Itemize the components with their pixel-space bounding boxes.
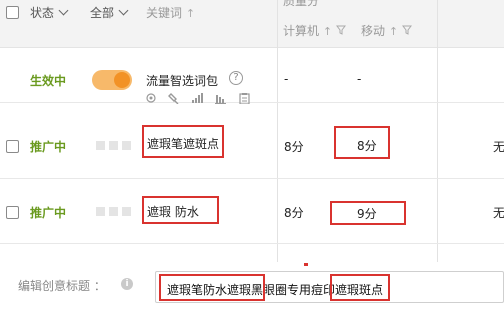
column-divider: [437, 0, 438, 262]
toggle-knob: [114, 72, 130, 88]
help-icon[interactable]: ?: [229, 71, 243, 85]
table-header: [0, 0, 504, 48]
placeholder-square: [122, 207, 131, 216]
keyword-tool-icons: [145, 92, 255, 107]
select-all-checkbox[interactable]: [6, 6, 19, 19]
sort-arrow-icon: ↑: [388, 25, 399, 38]
mobile-score: 9分: [357, 207, 377, 221]
placeholder-square: [96, 207, 105, 216]
enable-toggle[interactable]: [92, 70, 132, 90]
creative-title-label: 编辑创意标题 ：: [18, 279, 106, 293]
mobile-score: 8分: [357, 139, 377, 153]
info-icon[interactable]: i: [121, 278, 133, 290]
keyword-text: 遮瑕笔遮斑点: [147, 137, 220, 151]
row-divider: [0, 178, 504, 179]
row-checkbox[interactable]: [6, 206, 19, 219]
placeholder-square: [109, 141, 118, 150]
placeholder-square: [122, 141, 131, 150]
sort-arrow-icon: ↑: [322, 25, 333, 38]
chevron-down-icon: [118, 5, 129, 16]
computer-score: 8分: [284, 206, 304, 220]
column-divider: [277, 0, 278, 262]
scope-filter-label: 全部: [90, 6, 115, 20]
red-mark: [304, 263, 308, 266]
placeholder-square: [96, 141, 105, 150]
chevron-down-icon: [58, 5, 69, 16]
keyword-text: 流量智选词包: [146, 74, 219, 88]
filter-funnel-icon[interactable]: [401, 25, 412, 35]
row-status: 生效中: [30, 74, 67, 88]
overflow-cell: 无: [493, 140, 504, 154]
filter-funnel-icon[interactable]: [335, 25, 346, 35]
signal-bars-icon[interactable]: [192, 93, 203, 103]
mobile-column-header[interactable]: 移动 ↑: [361, 22, 412, 39]
placeholder-square: [109, 207, 118, 216]
row-status: 推广中: [30, 206, 67, 220]
keyword-text: 遮瑕 防水: [147, 205, 199, 219]
overflow-cell: 无: [493, 206, 504, 220]
highlight-box: [159, 274, 265, 301]
row-checkbox[interactable]: [6, 140, 19, 153]
gear-icon[interactable]: [146, 93, 156, 103]
keyword-column-label: 关键词: [146, 6, 183, 20]
row-divider: [0, 243, 504, 244]
highlight-box: [330, 274, 390, 301]
scope-filter[interactable]: 全部: [90, 4, 129, 21]
bar-chart-icon[interactable]: [215, 95, 226, 104]
status-filter[interactable]: 状态: [30, 4, 69, 21]
computer-score: -: [284, 72, 289, 86]
row-status: 推广中: [30, 140, 67, 154]
wrench-icon[interactable]: [168, 93, 179, 105]
computer-score: 8分: [284, 140, 304, 154]
status-filter-label: 状态: [30, 6, 55, 20]
mobile-column-label: 移动: [361, 24, 386, 38]
mobile-score: -: [357, 72, 362, 86]
clipboard-icon[interactable]: [239, 93, 250, 105]
keyword-column-header[interactable]: 关键词 ↑: [146, 4, 195, 21]
computer-column-label: 计算机: [283, 24, 320, 38]
sort-arrow-icon: ↑: [185, 7, 196, 20]
computer-column-header[interactable]: 计算机 ↑: [283, 22, 346, 39]
quality-score-group-header: 质量分: [283, 0, 320, 8]
